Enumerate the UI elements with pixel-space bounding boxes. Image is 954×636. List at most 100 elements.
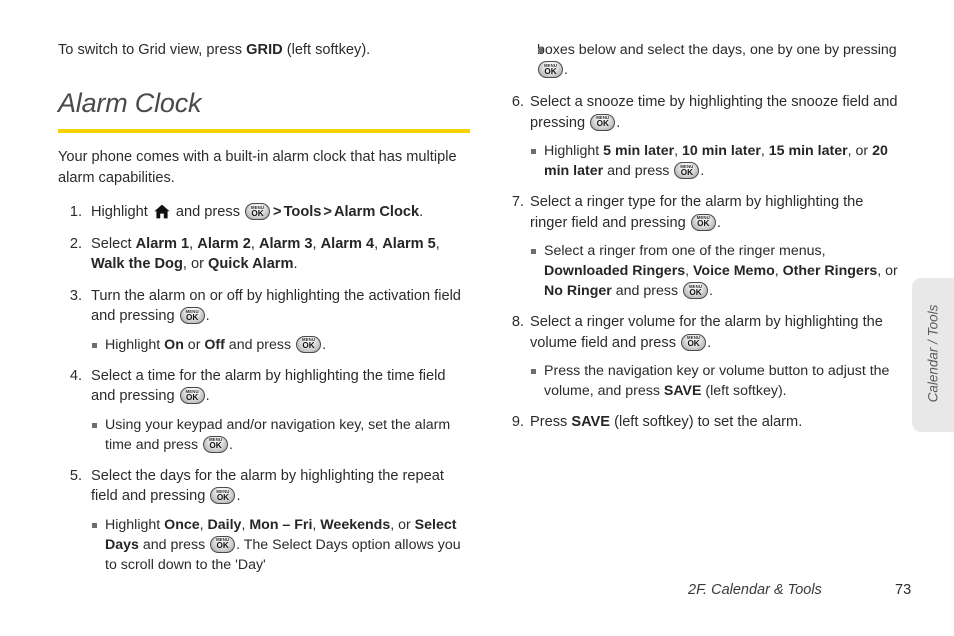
footer-page-number: 73 (895, 582, 912, 598)
step-7-sub-end: . (709, 283, 713, 299)
step-2-number: 2. (69, 235, 82, 252)
step-8-number: 8. (511, 314, 524, 330)
menu-ok-key-icon: MENU OK (179, 387, 205, 404)
step-2-text-end: . (293, 256, 298, 272)
list-item: Highlight 5 min later, 10 min later, 15 … (530, 141, 904, 181)
step-3-sub-b: and press (224, 336, 296, 353)
key-ok-text: OK (216, 492, 230, 502)
chevron-separator-2: > (323, 204, 332, 220)
step-8-text-end: . (707, 334, 712, 351)
step-5-sub-b: and press (138, 536, 210, 553)
step-4-sub-a: Using your keypad and/or navigation key,… (105, 416, 451, 453)
menu-ok-key-icon: MENU OK (538, 61, 563, 78)
menu-ok-key-icon: MENU OK (690, 213, 716, 231)
step-8-sub-end: (left softkey). (701, 383, 787, 399)
lead-paragraph: Your phone comes with a built-in alarm c… (58, 149, 457, 186)
step-4-number: 4. (69, 367, 82, 384)
option-alarm-2: Alarm 2 (197, 235, 251, 252)
step-5-text-a: Select the days for the alarm by highlig… (91, 467, 444, 505)
step-6-sub-mid: , or (847, 143, 873, 159)
option-alarm-4: Alarm 4 (320, 235, 375, 252)
list-item: Select a ringer from one of the ringer m… (530, 241, 904, 301)
step-7-number: 7. (511, 194, 524, 210)
steps-list-left: 1. Highlight and press MENU OK > Tools > Alarm… (58, 202, 470, 575)
step-2-text-a: Select (91, 235, 136, 252)
step-6-text-a: Select a snooze time by highlighting the… (530, 94, 898, 131)
option-no-ringer: No Ringer (544, 283, 612, 299)
menu-ok-key-icon: MENU OK (210, 535, 236, 553)
option-alarm-5: Alarm 5 (382, 235, 436, 252)
step-2: 2. Select Alarm 1, Alarm 2, Alarm 3, Alar… (58, 234, 470, 275)
option-15-min-later: 15 min later (768, 143, 848, 159)
intro-text-post: (left softkey). (282, 42, 371, 58)
step-5: 5. Select the days for the alarm by highl… (58, 466, 470, 575)
menu-item-alarm-clock: Alarm Clock (333, 204, 420, 220)
option-daily: Daily (207, 516, 242, 533)
list-item-continued: boxes below and select the days, one by … (537, 40, 904, 80)
step-9-text-a: Press (530, 414, 572, 430)
step-7-sub-mid: , or (877, 263, 898, 279)
option-downloaded-ringers: Downloaded Ringers (544, 263, 686, 279)
step-1-number: 1. (69, 204, 82, 220)
page-title: Alarm Clock (58, 88, 202, 118)
step-6-sub-end: . (700, 163, 705, 179)
step-3-text-a: Turn the alarm on or off by highlighting… (91, 287, 461, 325)
steps-list-right: 6. Select a snooze time by highlighting t… (500, 92, 904, 433)
accent-divider (58, 129, 470, 133)
grid-softkey-label: GRID (246, 42, 283, 58)
key-ok-text: OK (185, 392, 199, 402)
intro-text-pre: To switch to Grid view, press (58, 42, 247, 58)
option-off: Off (204, 336, 225, 353)
key-ok-text: OK (209, 441, 222, 451)
key-ok-text: OK (687, 339, 700, 349)
step-1-text-b: and press (171, 204, 245, 220)
step-4-text-a: Select a time for the alarm by highlight… (91, 367, 446, 405)
menu-ok-key-icon: MENU OK (210, 487, 236, 504)
step-4-sub-end: . (229, 436, 233, 453)
step-8: 8. Select a ringer volume for the alarm b… (500, 312, 904, 401)
step-5-sub-a: Highlight (105, 516, 165, 533)
step-1-text-end: . (419, 204, 424, 220)
page-footer: 2F. Calendar & Tools 73 (0, 582, 954, 604)
step-5-number: 5. (69, 467, 82, 484)
step-8-sublist: Press the navigation key or volume butto… (530, 361, 904, 401)
menu-ok-key-icon: MENU OK (245, 203, 271, 220)
section-tab-calendar-tools: Calendar / Tools (912, 278, 954, 432)
option-walk-the-dog: Walk the Dog (91, 256, 183, 272)
option-quick-alarm: Quick Alarm (208, 256, 294, 272)
step-6-number: 6. (511, 94, 524, 110)
option-other-ringers: Other Ringers (782, 263, 878, 279)
home-icon (154, 204, 170, 219)
option-voice-memo: Voice Memo (693, 263, 775, 279)
step-5-text-end: . (236, 488, 241, 504)
right-column: boxes below and select the days, one by … (500, 40, 904, 444)
option-alarm-1: Alarm 1 (135, 235, 190, 252)
save-softkey-label: SAVE (663, 383, 702, 399)
key-ok-text: OK (697, 219, 710, 229)
step-6-sub-a: Highlight (544, 143, 604, 159)
key-ok-text: OK (680, 167, 693, 177)
key-ok-text: OK (302, 341, 315, 351)
key-ok-text: OK (251, 208, 264, 218)
step-6: 6. Select a snooze time by highlighting t… (500, 92, 904, 181)
menu-ok-key-icon: MENU OK (681, 333, 707, 351)
step-7: 7. Select a ringer type for the alarm by … (500, 192, 904, 301)
step-4: 4. Select a time for the alarm by highlig… (58, 366, 470, 455)
section-tab-label: Calendar / Tools (925, 304, 941, 403)
menu-ok-key-icon: MENU OK (674, 162, 700, 179)
step-6-sub-b: and press (603, 163, 674, 179)
list-item: Press the navigation key or volume butto… (530, 361, 904, 401)
list-item: Highlight On or Off and press MENU OK. (91, 335, 470, 355)
step-3: 3. Turn the alarm on or off by highlighti… (58, 286, 470, 355)
menu-item-tools: Tools (283, 204, 322, 220)
option-on: On (164, 336, 184, 353)
step-3-sub-mid: or (183, 336, 205, 353)
step-4-text-end: . (205, 388, 210, 404)
step-9-text-end: (left softkey) to set the alarm. (610, 414, 803, 430)
option-5-min-later: 5 min later (603, 143, 675, 159)
list-item: Using your keypad and/or navigation key,… (91, 415, 470, 455)
step-3-sub-end: . (322, 336, 327, 353)
list-item: Highlight Once, Daily, Mon – Fri, Weeken… (91, 515, 470, 575)
step-6-sublist: Highlight 5 min later, 10 min later, 15 … (530, 141, 904, 181)
footer-section-title: 2F. Calendar & Tools (688, 582, 822, 598)
